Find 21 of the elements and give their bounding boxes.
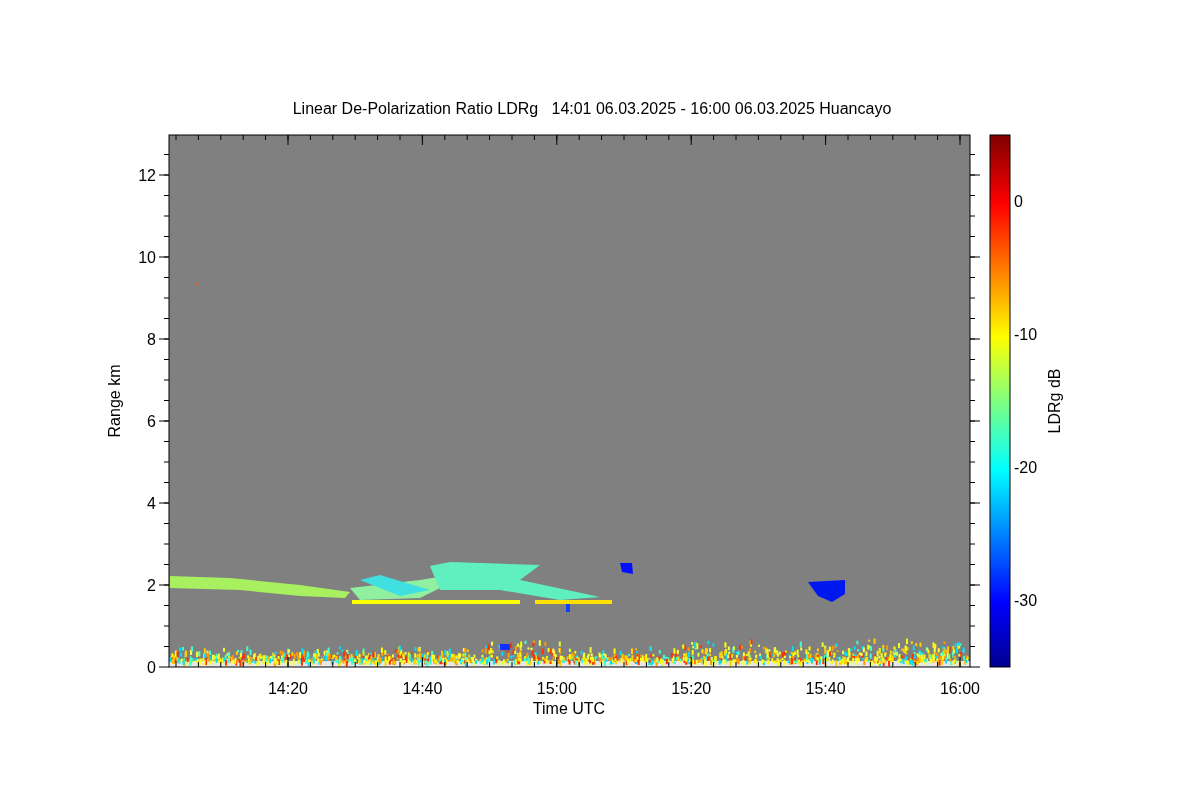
colorbar-tick-label: 0 — [1014, 193, 1023, 210]
y-tick-label: 0 — [147, 659, 156, 676]
y-tick-label: 4 — [147, 495, 156, 512]
y-tick-label: 6 — [147, 413, 156, 430]
x-tick-label: 16:00 — [940, 680, 980, 697]
y-axis-label: Range km — [106, 364, 123, 438]
y-tick-label: 2 — [147, 577, 156, 594]
x-tick-label: 15:00 — [536, 680, 577, 697]
x-tick-label: 15:40 — [805, 680, 846, 697]
x-axis-label: Time UTC — [532, 700, 606, 717]
x-tick-label: 14:40 — [402, 680, 443, 697]
x-tick-label: 14:20 — [268, 680, 308, 697]
y-tick-label: 12 — [138, 167, 156, 184]
colorbar-label: LDRg dB — [1046, 368, 1063, 434]
colorbar-tick-label: -30 — [1014, 592, 1038, 609]
y-tick-label: 8 — [147, 331, 156, 348]
x-tick-label: 15:20 — [671, 680, 712, 697]
chart-title: Linear De-Polarization Ratio LDRg 14:01 06.03.2025 - 16:00 06.03.2025 Huancayo — [292, 100, 892, 117]
colorbar-tick-label: -20 — [1014, 459, 1038, 476]
colorbar-tick-label: -10 — [1014, 326, 1038, 343]
y-tick-label: 10 — [138, 249, 156, 266]
